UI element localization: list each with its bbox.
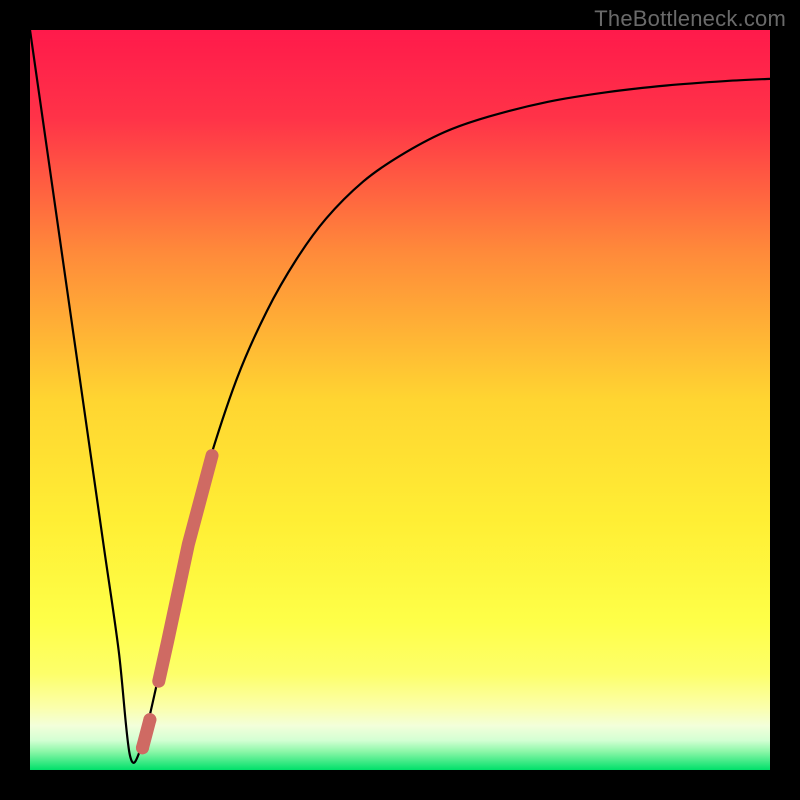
plot-area [30, 30, 770, 770]
chart-svg [30, 30, 770, 770]
highlight-dot [143, 713, 156, 726]
watermark-text: TheBottleneck.com [594, 6, 786, 32]
chart-frame: TheBottleneck.com [0, 0, 800, 800]
highlight-dot [136, 741, 149, 754]
gradient-background [30, 30, 770, 770]
